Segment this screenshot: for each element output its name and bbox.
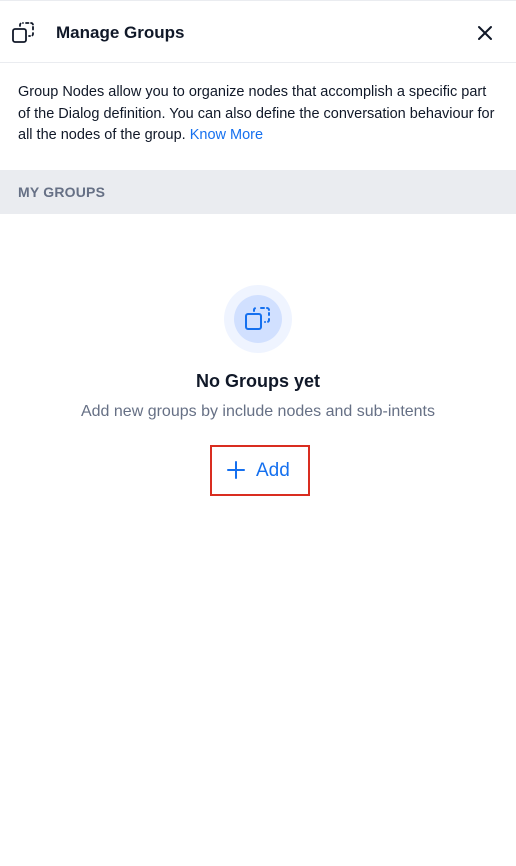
add-group-button[interactable]: Add xyxy=(210,445,310,496)
plus-icon xyxy=(226,460,246,480)
empty-state-title: No Groups yet xyxy=(195,371,320,391)
section-label: MY GROUPS xyxy=(18,184,106,200)
group-nodes-icon xyxy=(12,22,34,44)
panel-header: Manage Groups xyxy=(0,0,516,63)
empty-state-icon-container xyxy=(224,285,292,353)
my-groups-section-header: MY GROUPS xyxy=(0,170,516,214)
close-icon[interactable] xyxy=(472,20,498,46)
group-nodes-description: Group Nodes allow you to organize nodes … xyxy=(18,82,502,147)
group-nodes-icon xyxy=(245,307,270,330)
know-more-link[interactable]: Know More xyxy=(190,127,263,143)
manage-groups-panel: Manage Groups Group Nodes allow you to o… xyxy=(0,0,516,866)
empty-state-subtitle: Add new groups by include nodes and sub-… xyxy=(80,403,435,420)
empty-state-icon-circle xyxy=(234,295,282,343)
add-button-label: Add xyxy=(256,460,290,481)
panel-title: Manage Groups xyxy=(56,23,185,42)
